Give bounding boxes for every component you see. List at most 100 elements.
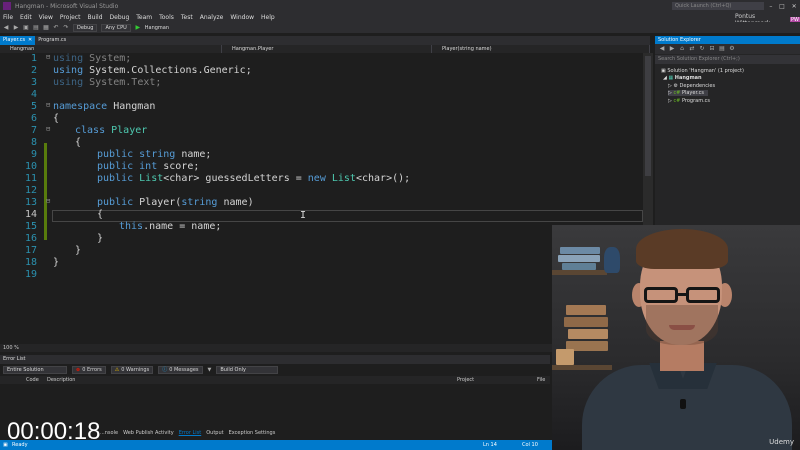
tab-web-publish-activity[interactable]: Web Publish Activity [123, 430, 174, 436]
quick-launch-input[interactable]: Quick Launch (Ctrl+Q) [672, 2, 764, 10]
forward-icon[interactable]: ▶ [669, 46, 675, 52]
back-icon[interactable]: ◀ [659, 46, 665, 52]
type-dropdown[interactable]: Hangman.Player [222, 45, 432, 53]
forward-icon[interactable]: ▶ [13, 24, 19, 31]
person-hair [636, 229, 728, 269]
column-description[interactable]: Description [47, 376, 75, 384]
member-dropdown[interactable]: Player(string name) [432, 45, 650, 53]
code-line: this.name = name; [119, 221, 222, 232]
maximize-icon[interactable]: □ [779, 3, 785, 10]
book [562, 263, 596, 270]
book [566, 305, 606, 315]
tree-item-player-cs[interactable]: ▷ c# Player.cs [668, 90, 709, 96]
filter-icon[interactable]: ▼ [208, 367, 212, 373]
menu-file[interactable]: File [3, 14, 13, 21]
properties-icon[interactable]: ⚙ [729, 46, 735, 52]
navigation-bar: Hangman Hangman.Player Player(string nam… [0, 45, 650, 53]
errors-filter-button[interactable]: ⊗ 0 Errors [72, 365, 106, 374]
tab-exception-settings[interactable]: Exception Settings [229, 430, 276, 436]
line-number: 18 [24, 257, 37, 268]
csharp-file-icon: c# [673, 90, 682, 96]
code-line: } [53, 257, 60, 268]
menu-analyze[interactable]: Analyze [200, 14, 224, 21]
glasses-lens [686, 287, 720, 303]
platform-select[interactable]: Any CPU [101, 23, 131, 32]
minimize-icon[interactable]: – [769, 3, 772, 10]
tab-program-cs[interactable]: Program.cs [35, 36, 69, 45]
bottom-tool-tabs: ...nsole Web Publish Activity Error List… [100, 430, 275, 436]
tree-item-dependencies[interactable]: ▷ ⚙ Dependencies [668, 83, 715, 89]
tree-item-program-cs[interactable]: ▷ c# Program.cs [668, 98, 710, 104]
tree-item-solution[interactable]: ▣ Solution 'Hangman' (1 project) [661, 68, 744, 74]
column-project[interactable]: Project [457, 376, 474, 384]
status-ready: Ready [12, 442, 28, 448]
messages-filter-button[interactable]: ⓘ 0 Messages [158, 365, 203, 374]
code-line: public string name; [97, 149, 212, 160]
project-dropdown[interactable]: Hangman [0, 45, 222, 53]
column-file[interactable]: File [537, 376, 545, 384]
menu-project[interactable]: Project [60, 14, 81, 21]
tree-item-project[interactable]: ◢ ▦ Hangman [663, 75, 702, 81]
menu-edit[interactable]: Edit [20, 14, 32, 21]
menu-build[interactable]: Build [87, 14, 102, 21]
window-title: Hangman - Microsoft Visual Studio [15, 2, 119, 10]
sync-icon[interactable]: ⇄ [689, 46, 695, 52]
error-list-toolbar: Entire Solution ⊗ 0 Errors ⚠ 0 Warnings ⓘ 0… [0, 364, 550, 375]
menu-window[interactable]: Window [230, 14, 254, 21]
home-icon[interactable]: ⌂ [679, 46, 685, 52]
solution-explorer-toolbar: ◀ ▶ ⌂ ⇄ ↻ ⊟ ▤ ⚙ [655, 44, 800, 54]
code-line: { [75, 137, 82, 148]
error-icon: ⊗ [76, 366, 81, 373]
column-code[interactable]: Code [26, 376, 39, 384]
line-number: 14 [24, 209, 37, 220]
code-line: class Player [75, 125, 148, 136]
code-line: using System.Collections.Generic; [53, 65, 252, 76]
line-number: 3 [30, 77, 37, 88]
new-file-icon[interactable]: ▣ [23, 24, 29, 31]
redo-icon[interactable]: ↷ [63, 24, 69, 31]
undo-icon[interactable]: ↶ [53, 24, 59, 31]
error-list-title: Error List [0, 355, 550, 364]
menu-help[interactable]: Help [261, 14, 275, 21]
line-number: 12 [24, 185, 37, 196]
scroll-thumb[interactable] [645, 56, 651, 176]
fold-toggle-icon[interactable]: ⊟ [46, 197, 50, 205]
warning-icon: ⚠ [114, 366, 120, 373]
back-icon[interactable]: ◀ [3, 24, 9, 31]
close-icon[interactable]: ✕ [792, 3, 797, 10]
close-icon[interactable]: ✕ [28, 36, 32, 45]
scope-select[interactable]: Entire Solution [3, 365, 67, 374]
menu-team[interactable]: Team [136, 14, 152, 21]
fold-toggle-icon[interactable]: ⊟ [46, 53, 50, 61]
start-button[interactable]: Hangman [145, 25, 169, 31]
fold-toggle-icon[interactable]: ⊟ [46, 125, 50, 133]
glasses-bridge [678, 293, 686, 296]
solution-search-input[interactable]: Search Solution Explorer (Ctrl+;) [655, 55, 800, 64]
menu-bar: File Edit View Project Build Debug Team … [0, 12, 800, 22]
book [568, 329, 608, 339]
menu-test[interactable]: Test [181, 14, 193, 21]
configuration-select[interactable]: Debug [73, 23, 98, 32]
line-number: 9 [30, 149, 37, 160]
code-line: { [53, 113, 60, 124]
menu-tools[interactable]: Tools [159, 14, 174, 21]
menu-debug[interactable]: Debug [110, 14, 130, 21]
menu-view[interactable]: View [39, 14, 53, 21]
code-line: } [75, 245, 82, 256]
window-controls: – □ ✕ [766, 0, 800, 12]
refresh-icon[interactable]: ↻ [699, 46, 705, 52]
tab-console[interactable]: ...nsole [100, 430, 118, 436]
show-all-files-icon[interactable]: ▤ [719, 46, 725, 52]
error-list-columns: Code Description Project File [0, 376, 550, 384]
fold-toggle-icon[interactable]: ⊟ [46, 101, 50, 109]
code-line: using System.Text; [53, 77, 162, 88]
tab-error-list[interactable]: Error List [179, 430, 202, 436]
open-icon[interactable]: ▤ [33, 24, 39, 31]
tab-output[interactable]: Output [206, 430, 223, 436]
save-icon[interactable]: ▦ [43, 24, 49, 31]
play-icon[interactable]: ▶ [135, 24, 141, 31]
collapse-all-icon[interactable]: ⊟ [709, 46, 715, 52]
warnings-filter-button[interactable]: ⚠ 0 Warnings [110, 365, 154, 374]
tab-player-cs[interactable]: Player.cs ✕ [0, 36, 36, 45]
build-filter-select[interactable]: Build Only [216, 365, 279, 374]
